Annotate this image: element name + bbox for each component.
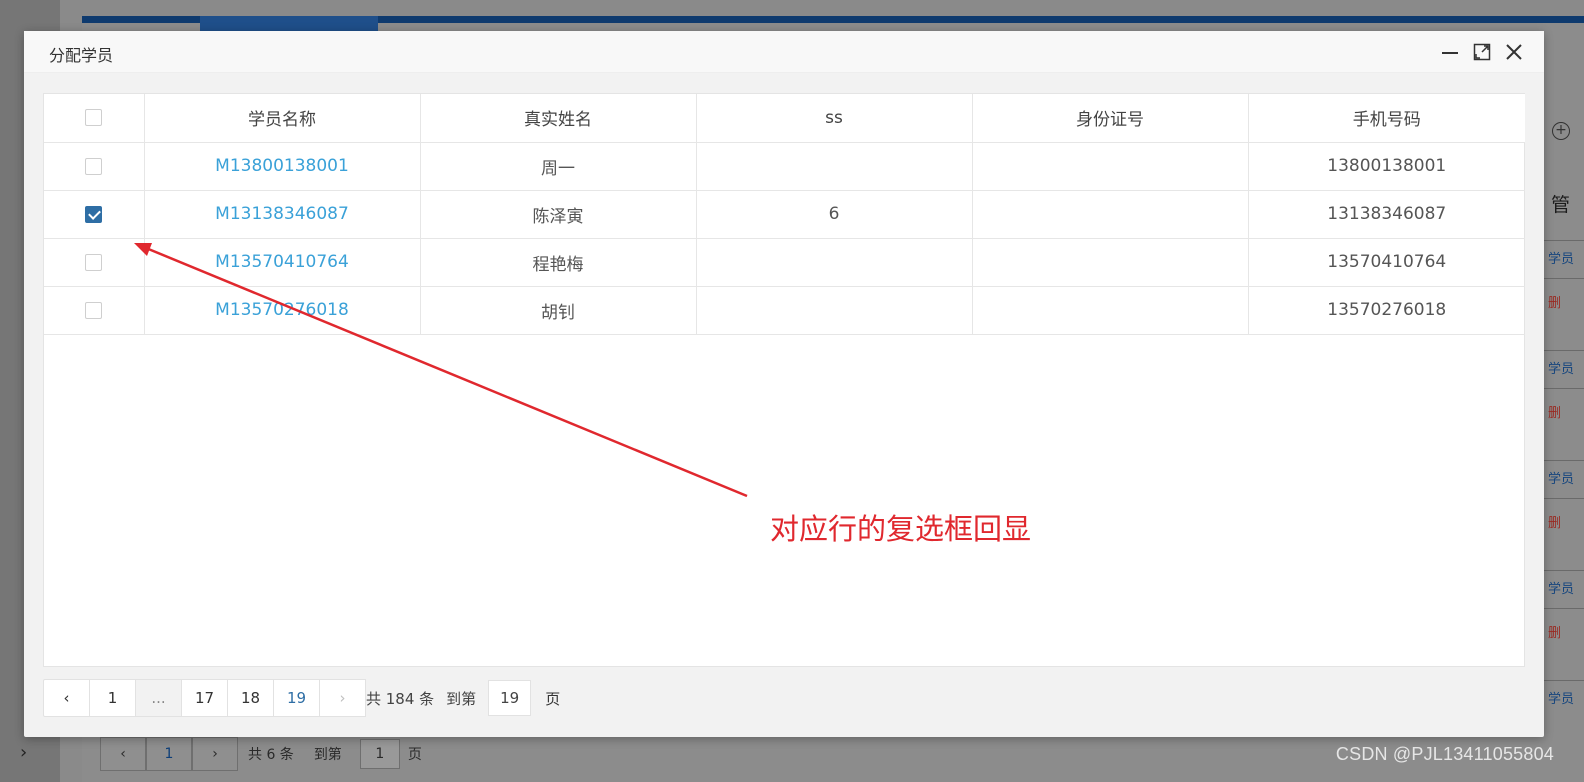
goto-page-input[interactable]: 1 [359, 739, 400, 769]
background-link-fragment: 学员 [1548, 362, 1575, 377]
background-pagination: ‹ 1 › 共 6 条 到第 1 页 [100, 736, 422, 772]
dialog-title: 分配学员 [49, 46, 114, 65]
goto-page-input[interactable]: 19 [488, 680, 532, 716]
add-icon: + [1552, 122, 1570, 140]
row-checkbox-cell [44, 238, 145, 287]
background-link-fragment: 学员 [1548, 582, 1575, 597]
total-count: 共 6 条 [248, 747, 294, 763]
divider [1544, 278, 1584, 279]
student-name-link[interactable]: M13570276018 [144, 286, 421, 335]
real-name-cell: 胡钊 [420, 286, 697, 335]
goto-label: 到第 [446, 689, 477, 708]
phone-cell: 13800138001 [1248, 142, 1525, 191]
ss-cell [696, 286, 973, 335]
prev-page-button[interactable]: ‹ [100, 737, 146, 771]
close-icon[interactable] [1504, 42, 1524, 62]
ss-cell: 6 [696, 190, 973, 239]
select-all-cell [44, 94, 145, 143]
divider [1544, 388, 1584, 389]
phone-cell: 13570276018 [1248, 286, 1525, 335]
window-controls [1440, 42, 1524, 62]
id-card-cell [972, 286, 1249, 335]
page-unit-label: 页 [545, 689, 561, 708]
ss-cell [696, 238, 973, 287]
background-delete-fragment: 删 [1548, 626, 1562, 641]
table-row[interactable]: M13570276018 胡钊 13570276018 [44, 286, 1525, 335]
row-checkbox[interactable] [85, 253, 103, 271]
background-delete-fragment: 删 [1548, 406, 1562, 421]
maximize-icon[interactable] [1472, 42, 1492, 62]
watermark: CSDN @PJL13411055804 [1335, 744, 1554, 764]
column-header: 手机号码 [1248, 94, 1525, 143]
background-heading-fragment: 管 [1551, 194, 1571, 216]
row-checkbox[interactable] [85, 157, 103, 175]
page-unit-label: 页 [407, 747, 422, 763]
pagination: ‹ 1 ... 17 18 19 › 共 184 条 到第 19 页 [43, 679, 560, 717]
student-name-link[interactable]: M13800138001 [144, 142, 421, 191]
row-checkbox-cell [44, 142, 145, 191]
column-header: ss [696, 94, 973, 143]
chevron-right-icon[interactable]: › [20, 742, 27, 763]
divider [1544, 460, 1584, 461]
column-header: 身份证号 [972, 94, 1249, 143]
student-name-link[interactable]: M13138346087 [144, 190, 421, 239]
next-page-button[interactable]: › [192, 737, 238, 771]
divider [1544, 498, 1584, 499]
phone-cell: 13570410764 [1248, 238, 1525, 287]
ss-cell [696, 142, 973, 191]
table-header-row: 学员名称 真实姓名 ss 身份证号 手机号码 [44, 94, 1525, 143]
table-row[interactable]: M13138346087 陈泽寅 6 13138346087 [44, 190, 1525, 239]
real-name-cell: 陈泽寅 [420, 190, 697, 239]
page-button[interactable]: 17 [181, 679, 228, 717]
row-checkbox-cell [44, 286, 145, 335]
total-count: 共 184 条 [366, 689, 435, 708]
phone-cell: 13138346087 [1248, 190, 1525, 239]
page-button[interactable]: 1 [146, 737, 192, 771]
row-checkbox-cell [44, 190, 145, 239]
annotation-text: 对应行的复选框回显 [770, 512, 1032, 546]
divider [1544, 570, 1584, 571]
student-name-link[interactable]: M13570410764 [144, 238, 421, 287]
goto-label: 到第 [313, 747, 342, 763]
divider [1544, 680, 1584, 681]
page-button[interactable]: 1 [89, 679, 136, 717]
background-active-tab [200, 16, 378, 31]
background-delete-fragment: 删 [1548, 516, 1562, 531]
id-card-cell [972, 190, 1249, 239]
divider [1544, 608, 1584, 609]
page-ellipsis: ... [135, 679, 182, 717]
background-delete-fragment: 删 [1548, 296, 1562, 311]
background-link-fragment: 学员 [1548, 472, 1575, 487]
table-row[interactable]: M13800138001 周一 13800138001 [44, 142, 1525, 191]
current-page-button[interactable]: 19 [273, 679, 320, 717]
dialog-header: 分配学员 [24, 31, 1544, 73]
column-header: 真实姓名 [420, 94, 697, 143]
row-checkbox[interactable] [85, 301, 103, 319]
id-card-cell [972, 142, 1249, 191]
real-name-cell: 周一 [420, 142, 697, 191]
real-name-cell: 程艳梅 [420, 238, 697, 287]
student-table: 学员名称 真实姓名 ss 身份证号 手机号码 M13800138001 周一 1… [43, 93, 1525, 667]
table-row[interactable]: M13570410764 程艳梅 13570410764 [44, 238, 1525, 287]
column-header: 学员名称 [144, 94, 421, 143]
divider [1544, 240, 1584, 241]
divider [1544, 350, 1584, 351]
prev-page-button[interactable]: ‹ [43, 679, 90, 717]
assign-student-dialog: 分配学员 学员名称 真实姓名 ss 身份证号 手机号码 M13800138001… [24, 31, 1544, 737]
background-link-fragment: 学员 [1548, 692, 1575, 707]
next-page-button[interactable]: › [319, 679, 366, 717]
background-link-fragment: 学员 [1548, 252, 1575, 267]
id-card-cell [972, 238, 1249, 287]
minimize-icon[interactable] [1440, 42, 1460, 62]
select-all-checkbox[interactable] [85, 109, 103, 127]
row-checkbox[interactable] [85, 205, 103, 223]
page-button[interactable]: 18 [227, 679, 274, 717]
